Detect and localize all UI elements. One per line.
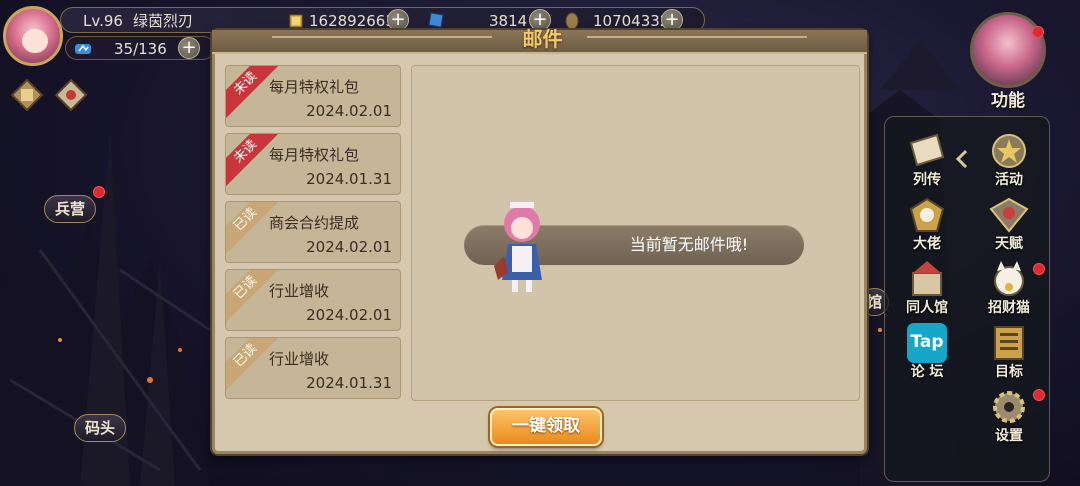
player-avatar[interactable] [3,6,63,66]
mail-date: 2024.01.31 [306,170,392,188]
panel-label: 列传 [913,172,941,188]
claim-all-button[interactable]: 一键领取 [490,408,602,446]
mail-date: 2024.02.01 [306,102,392,120]
gear-icon [993,391,1025,423]
panel-item-biography[interactable]: 列传 [897,131,957,191]
mail-date: 2024.02.01 [306,306,392,324]
barracks-notification-dot [93,186,105,198]
winged-crest-icon [989,197,1029,233]
tap-forum-icon: Tap [907,323,947,363]
function-menu-button[interactable]: 功能 [970,12,1048,112]
panel-label: 招财猫 [988,300,1030,316]
panel-label: 大佬 [913,236,941,252]
settings-notification-dot [1033,389,1045,401]
star-medal-icon [992,134,1026,168]
empty-message: 当前暂无邮件哦! [629,235,749,254]
mail-item[interactable]: 已读 行业增收 2024.01.31 [225,337,401,399]
panel-label: 天赋 [995,236,1023,252]
panel-label: 目标 [995,364,1023,380]
collapse-chevron-icon[interactable] [955,149,969,169]
mail-content-pane: 当前暂无邮件哦! [411,65,860,401]
avatar-face [22,29,48,53]
mail-list[interactable]: 未读 每月特权礼包 2024.02.01 未读 每月特权礼包 2024.01.3… [225,65,407,403]
dialog-title: 邮件 [522,27,563,51]
mail-subject: 行业增收 [269,350,330,368]
mail-date: 2024.01.31 [306,374,392,392]
barracks-button[interactable]: 兵营 [44,195,97,223]
player-name: 绿茵烈刃 [133,12,194,30]
panel-item-fan-hall[interactable]: 同人馆 [897,259,957,319]
book-icon [909,133,945,167]
panel-label: 活动 [995,172,1023,188]
mail-date: 2024.02.01 [306,238,392,256]
mail-item[interactable]: 未读 每月特权礼包 2024.01.31 [225,133,401,195]
mail-subject: 每月特权礼包 [269,146,360,164]
panel-label: 同人馆 [906,300,948,316]
add-stamina-button[interactable]: + [178,37,200,59]
panel-label: 设置 [995,428,1023,444]
dock-button[interactable]: 码头 [74,414,127,442]
mail-item[interactable]: 已读 行业增收 2024.02.01 [225,269,401,331]
function-avatar [970,12,1046,88]
mail-subject: 每月特权礼包 [269,78,360,96]
mail-item[interactable]: 已读 商会合约提成 2024.02.01 [225,201,401,263]
lucky-cat-icon [994,261,1024,296]
panel-label: 论 坛 [910,364,944,380]
panel-item-goals[interactable]: 目标 [979,323,1039,383]
stamina-value: 35/136 [114,40,167,58]
panel-item-settings[interactable]: 设置 [979,387,1039,447]
boss-crest-icon [909,197,945,232]
stamina-icon [75,44,91,54]
panel-item-lucky-cat[interactable]: 招财猫 [979,259,1039,319]
mail-subject: 商会合约提成 [269,214,360,232]
panel-item-talent[interactable]: 天赋 [979,195,1039,255]
function-label: 功能 [991,91,1025,111]
lucky-cat-notification-dot [1033,263,1045,275]
chibi-maid-mascot [494,202,542,292]
mail-dialog: 邮件 未读 每月特权礼包 2024.02.01 未读 每月特权礼包 2024.0… [212,27,867,454]
panel-item-events[interactable]: 活动 [979,131,1039,191]
letter-seal-icon[interactable] [54,78,88,112]
player-level: Lv.96 [83,12,123,30]
stamina-row: 35/136 + [65,36,215,60]
panel-item-boss[interactable]: 大佬 [897,195,957,255]
target-scroll-icon [994,326,1024,360]
mail-item[interactable]: 未读 每月特权礼包 2024.02.01 [225,65,401,127]
panel-item-forum[interactable]: Tap 论 坛 [897,323,957,383]
function-notification-dot [1032,26,1044,38]
scroll-book-icon[interactable] [10,78,44,112]
castle-icon [912,261,942,296]
mail-subject: 行业增收 [269,282,330,300]
function-side-panel: 列传 活动 大佬 天赋 同人馆 招财猫 Tap 论 坛 目标 设置 [884,116,1050,482]
